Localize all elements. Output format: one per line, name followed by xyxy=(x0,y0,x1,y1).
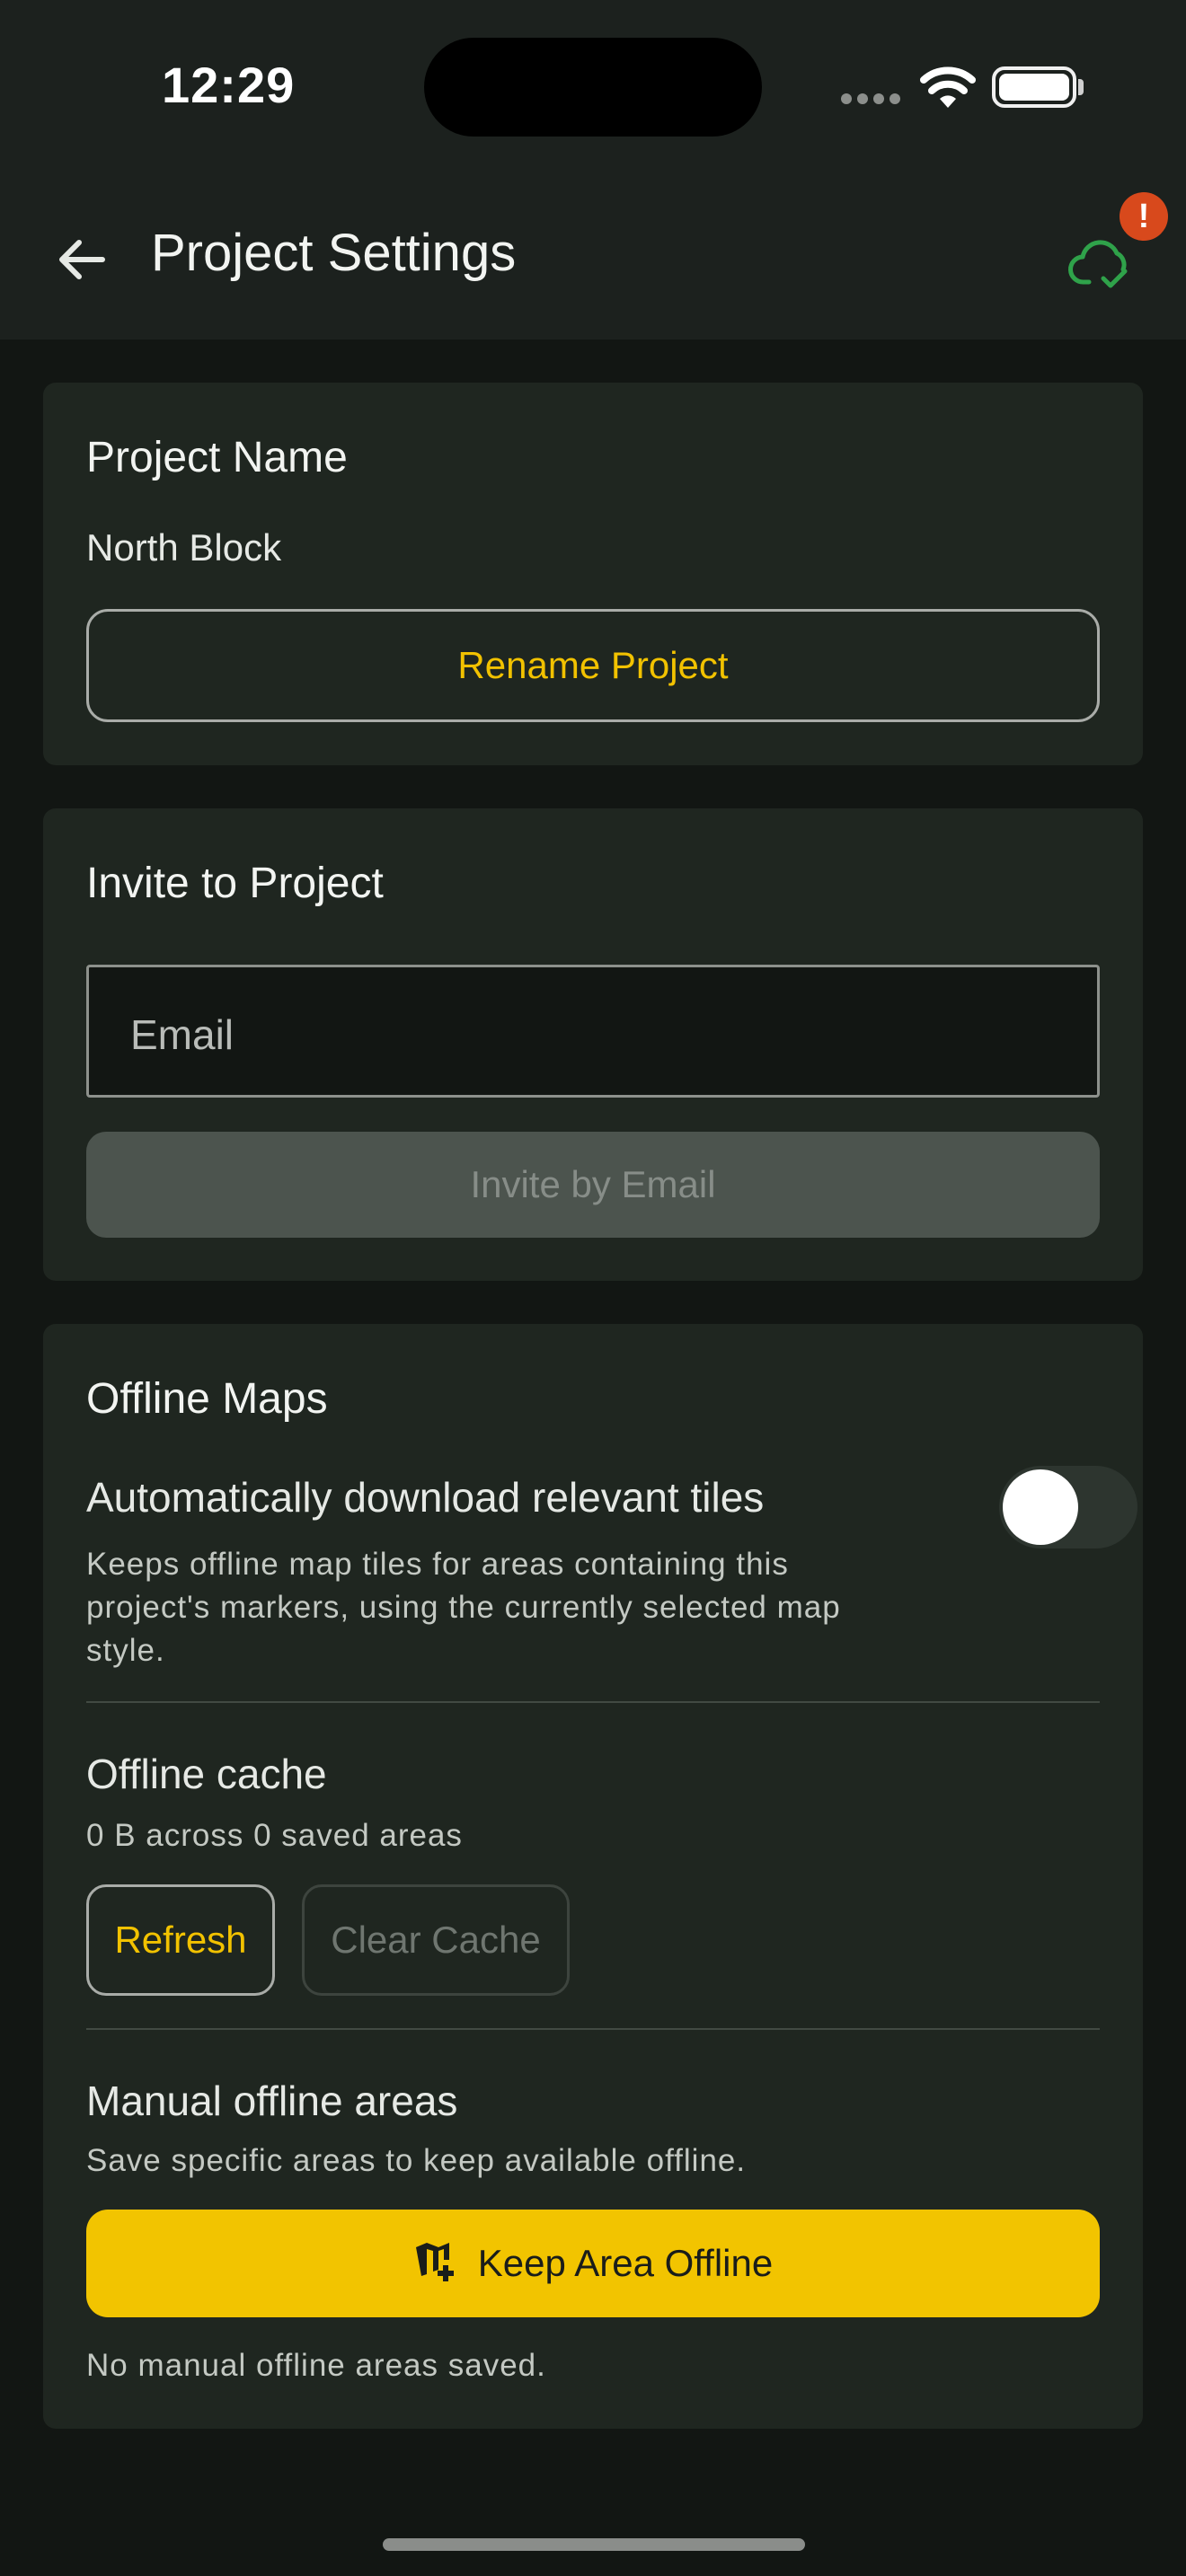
battery-icon xyxy=(992,66,1076,108)
offline-maps-card: Offline Maps Automatically download rele… xyxy=(43,1324,1143,2429)
invite-by-email-button[interactable]: Invite by Email xyxy=(86,1132,1100,1238)
wifi-icon xyxy=(920,66,976,108)
divider xyxy=(86,2028,1100,2030)
auto-download-title: Automatically download relevant tiles xyxy=(86,1474,765,1521)
keep-area-offline-label: Keep Area Offline xyxy=(477,2242,774,2284)
clock: 12:29 xyxy=(162,57,296,113)
toggle-knob xyxy=(1003,1469,1078,1545)
manual-offline-empty-state: No manual offline areas saved. xyxy=(86,2348,546,2383)
sync-alert-badge: ! xyxy=(1120,192,1168,241)
clear-cache-button[interactable]: Clear Cache xyxy=(302,1884,570,1996)
map-add-icon xyxy=(415,2243,454,2281)
back-arrow-icon[interactable] xyxy=(50,228,113,291)
dynamic-island xyxy=(424,38,762,137)
keep-area-offline-button[interactable]: Keep Area Offline xyxy=(86,2210,1100,2317)
offline-maps-heading: Offline Maps xyxy=(86,1375,328,1423)
divider xyxy=(86,1701,1100,1703)
status-bar: 12:29 xyxy=(0,0,1186,180)
home-indicator xyxy=(383,2538,805,2551)
auto-download-description: Keeps offline map tiles for areas contai… xyxy=(86,1547,841,1668)
manual-offline-title: Manual offline areas xyxy=(86,2078,458,2124)
offline-cache-summary: 0 B across 0 saved areas xyxy=(86,1818,463,1853)
project-name-value: North Block xyxy=(86,526,282,569)
project-name-card: Project Name North Block Rename Project xyxy=(43,383,1143,765)
invite-heading: Invite to Project xyxy=(86,860,384,907)
project-name-heading: Project Name xyxy=(86,434,348,481)
manual-offline-description: Save specific areas to keep available of… xyxy=(86,2143,747,2178)
auto-download-toggle[interactable] xyxy=(999,1466,1137,1548)
email-placeholder: Email xyxy=(130,1011,235,1058)
app-bar: Project Settings ! xyxy=(0,180,1186,340)
rename-project-button[interactable]: Rename Project xyxy=(86,609,1100,722)
invite-card: Invite to Project Email Invite by Email xyxy=(43,808,1143,1281)
refresh-button[interactable]: Refresh xyxy=(86,1884,275,1996)
page-title: Project Settings xyxy=(151,224,517,282)
email-input[interactable]: Email xyxy=(86,965,1100,1098)
offline-cache-title: Offline cache xyxy=(86,1751,327,1797)
cloud-sync-icon[interactable] xyxy=(1066,226,1137,298)
cellular-signal-icon xyxy=(841,93,900,104)
